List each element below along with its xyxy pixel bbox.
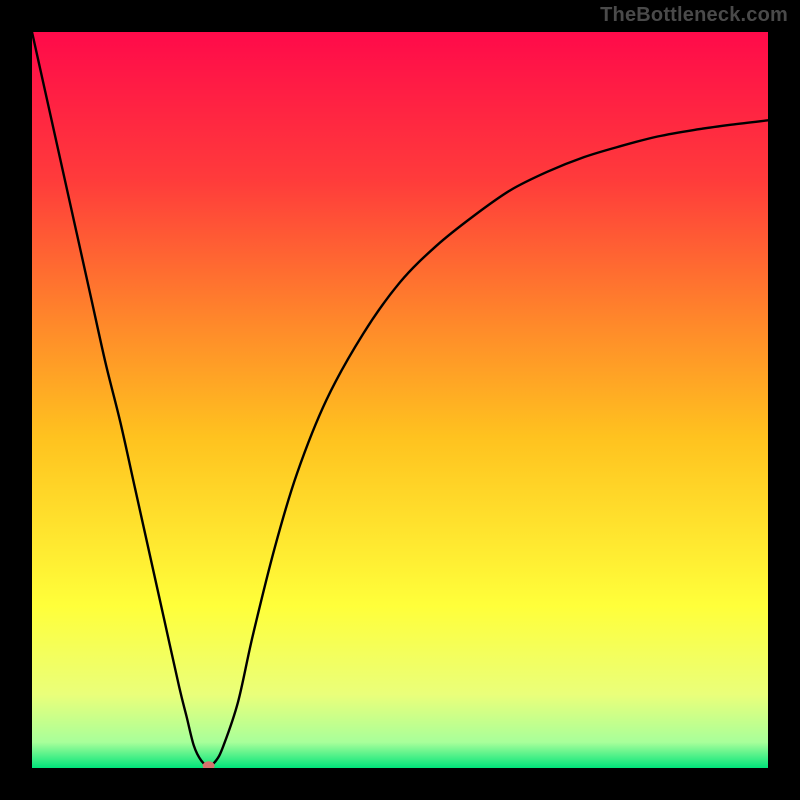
plot-area	[32, 32, 768, 768]
gradient-background	[32, 32, 768, 768]
chart-frame: TheBottleneck.com	[0, 0, 800, 800]
chart-svg	[32, 32, 768, 768]
watermark-text: TheBottleneck.com	[600, 4, 788, 27]
